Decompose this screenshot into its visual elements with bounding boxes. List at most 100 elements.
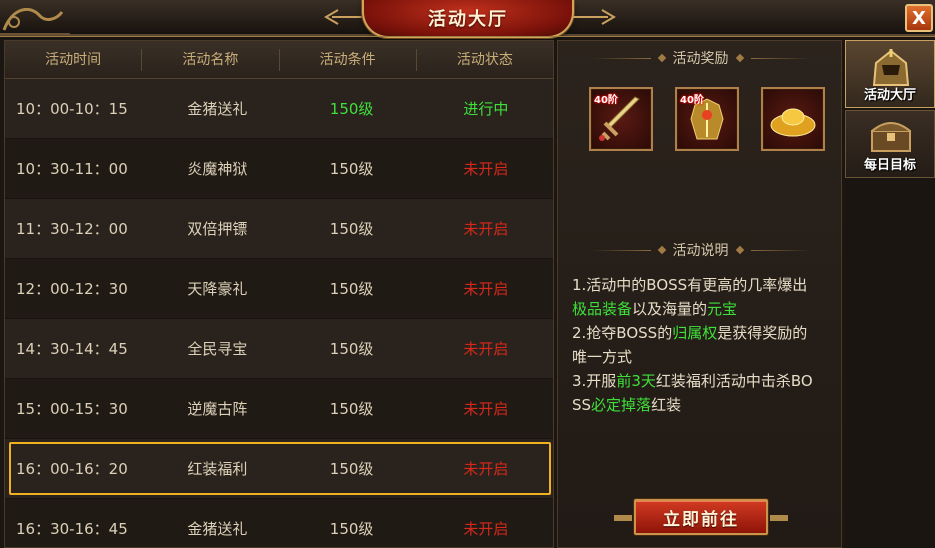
diamond-icon xyxy=(657,245,666,255)
cell-status: 未开启 xyxy=(463,400,509,418)
cell-condition: 150级 xyxy=(329,160,374,178)
tab-activity-hall[interactable]: 活动大厅 xyxy=(845,40,935,108)
cell-name: 全民寻宝 xyxy=(187,340,248,358)
table-header: 活动时间 活动名称 活动条件 活动状态 xyxy=(5,41,553,79)
cell-condition: 150级 xyxy=(329,400,374,418)
description-line: 1.活动中的BOSS有更高的几率爆出 xyxy=(572,273,834,297)
cell-name: 金猪送礼 xyxy=(187,100,248,118)
table-row[interactable]: 15：00-15：30 逆魔古阵 150级 未开启 xyxy=(5,379,553,439)
table-row[interactable]: 10：00-10：15 金猪送礼 150级 进行中 xyxy=(5,79,553,139)
side-tabs: 活动大厅 每日目标 xyxy=(845,40,935,548)
cell-name: 炎魔神狱 xyxy=(187,160,248,178)
cell-status: 未开启 xyxy=(463,460,509,478)
reward-slot-sword[interactable]: 40阶 xyxy=(589,87,653,151)
corner-ornament-icon xyxy=(0,7,70,35)
table-row[interactable]: 12：00-12：30 天降豪礼 150级 未开启 xyxy=(5,259,553,319)
cell-status: 未开启 xyxy=(463,340,509,358)
window-title: 活动大厅 xyxy=(428,9,508,30)
description-text-segment: 红装 xyxy=(651,396,682,414)
cell-time: 10：00-10：15 xyxy=(16,100,128,118)
description-text-segment: 唯一方式 xyxy=(572,348,633,366)
cell-time: 15：00-15：30 xyxy=(16,400,128,418)
divider xyxy=(750,249,811,251)
description-title: 活动说明 xyxy=(558,239,843,261)
rewards-title: 活动奖励 xyxy=(558,47,843,69)
close-button[interactable]: X xyxy=(905,4,933,32)
cell-condition: 150级 xyxy=(329,100,374,118)
info-panel: 活动奖励 40阶 40阶 活动说明 1.活动中的BOSS有更高的几率爆出 极品装… xyxy=(557,40,842,548)
description-text-segment: 2.抢夺BOSS的 xyxy=(572,324,673,342)
description-line: 唯一方式 xyxy=(572,345,834,369)
header-name: 活动名称 xyxy=(142,48,280,71)
description-title-text: 活动说明 xyxy=(672,243,729,259)
reward-slot-armor[interactable]: 40阶 xyxy=(675,87,739,151)
cell-condition: 150级 xyxy=(329,220,374,238)
window-title-plaque: 活动大厅 xyxy=(362,0,574,38)
highlight-text: 归属权 xyxy=(672,324,718,342)
cell-status: 未开启 xyxy=(463,280,509,298)
cell-name: 金猪送礼 xyxy=(187,520,248,538)
description-text-segment: 1.活动中的BOSS有更高的几率爆出 xyxy=(572,276,808,294)
description-text-segment: 是获得奖励的 xyxy=(717,324,808,342)
cell-condition: 150级 xyxy=(329,520,374,538)
reward-slot-gold[interactable] xyxy=(761,87,825,151)
header-condition: 活动条件 xyxy=(280,48,417,71)
reward-list: 40阶 40阶 xyxy=(589,87,825,151)
diamond-icon xyxy=(735,245,744,255)
title-divider xyxy=(0,36,935,37)
highlight-text: 元宝 xyxy=(707,300,738,318)
cell-condition: 150级 xyxy=(329,460,374,478)
table-row[interactable]: 10：30-11：00 炎魔神狱 150级 未开启 xyxy=(5,139,553,199)
tab-label: 活动大厅 xyxy=(863,88,916,103)
cell-time: 12：00-12：30 xyxy=(16,280,128,298)
cell-time: 16：00-16：20 xyxy=(16,460,128,478)
cell-status: 进行中 xyxy=(463,100,509,118)
divider xyxy=(590,249,651,251)
description-line: 极品装备以及海量的元宝 xyxy=(572,297,834,321)
cell-time: 16：30-16：45 xyxy=(16,520,128,538)
diamond-icon xyxy=(735,53,744,63)
cell-name: 红装福利 xyxy=(187,460,248,478)
diamond-icon xyxy=(657,53,666,63)
title-bar: 活动大厅 X xyxy=(0,0,935,38)
highlight-text: 必定掉落 xyxy=(591,396,652,414)
close-icon: X xyxy=(912,7,926,29)
reward-tier: 40阶 xyxy=(680,95,704,106)
description-text-segment: 以及海量的 xyxy=(632,300,708,318)
description-line: SS必定掉落红装 xyxy=(572,393,834,417)
cell-status: 未开启 xyxy=(463,160,509,178)
description-text-segment: SS xyxy=(572,396,592,414)
title-wing-right-icon xyxy=(572,9,616,25)
table-row[interactable]: 11：30-12：00 双倍押镖 150级 未开启 xyxy=(5,199,553,259)
go-now-button[interactable]: 立即前往 xyxy=(614,499,788,535)
tab-label: 每日目标 xyxy=(863,158,916,173)
cell-time: 14：30-14：45 xyxy=(16,340,128,358)
tab-daily-goals[interactable]: 每日目标 xyxy=(845,110,935,178)
description-line: 3.开服前3天红装福利活动中击杀BO xyxy=(572,369,834,393)
gold-ingot-icon xyxy=(770,108,816,137)
description-text: 1.活动中的BOSS有更高的几率爆出 极品装备以及海量的元宝 2.抢夺BOSS的归属… xyxy=(572,273,834,417)
cell-condition: 150级 xyxy=(329,340,374,358)
highlight-text: 前3天 xyxy=(616,372,656,390)
description-line: 2.抢夺BOSS的归属权是获得奖励的 xyxy=(572,321,834,345)
treasure-chest-icon xyxy=(871,122,911,152)
divider xyxy=(750,57,811,59)
cell-name: 天降豪礼 xyxy=(187,280,248,298)
activity-table: 活动时间 活动名称 活动条件 活动状态 10：00-10：15 金猪送礼 150级 进… xyxy=(4,40,554,548)
table-row[interactable]: 16：00-16：20 红装福利 150级 未开启 xyxy=(5,439,553,499)
cell-time: 11：30-12：00 xyxy=(16,220,128,238)
divider xyxy=(590,57,651,59)
cell-condition: 150级 xyxy=(329,280,374,298)
description-text-segment: 3.开服 xyxy=(572,372,617,390)
cell-status: 未开启 xyxy=(463,520,509,538)
header-time: 活动时间 xyxy=(5,48,143,71)
rewards-title-text: 活动奖励 xyxy=(672,51,729,67)
description-text-segment: 红装福利活动中击杀BO xyxy=(655,372,813,390)
cell-status: 未开启 xyxy=(463,220,509,238)
cell-name: 逆魔古阵 xyxy=(187,400,248,418)
reward-tier: 40阶 xyxy=(594,95,618,106)
header-status: 活动状态 xyxy=(456,51,513,68)
go-now-label: 立即前往 xyxy=(663,509,739,530)
table-row[interactable]: 16：30-16：45 金猪送礼 150级 未开启 xyxy=(5,499,553,547)
table-row[interactable]: 14：30-14：45 全民寻宝 150级 未开启 xyxy=(5,319,553,379)
